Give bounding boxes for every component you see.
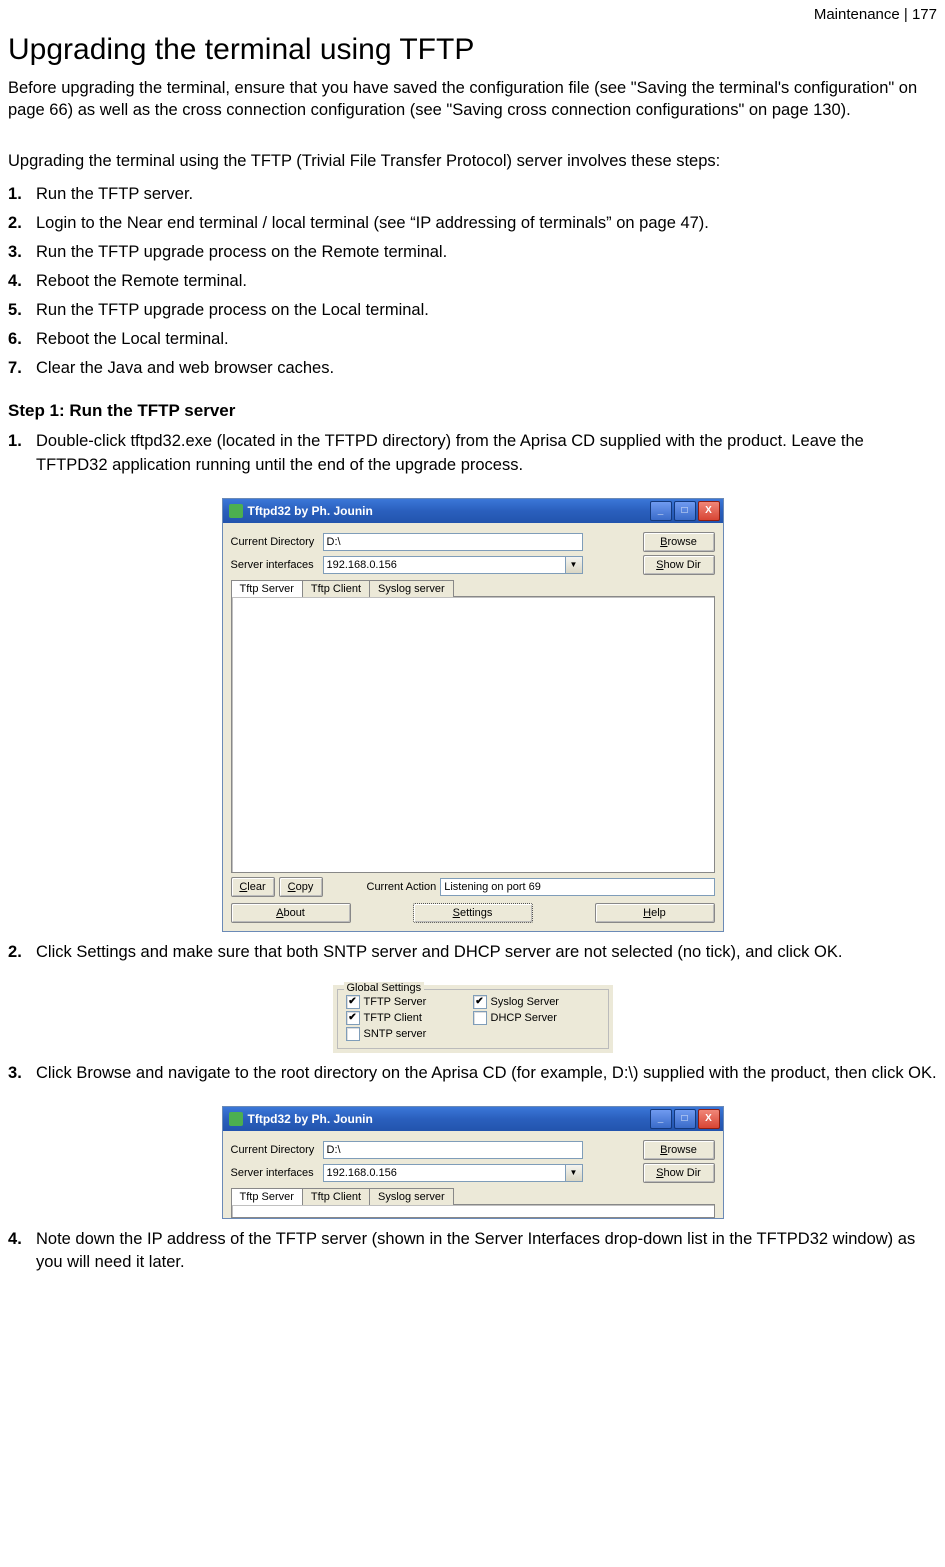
list-item: Click Browse and navigate to the root di… xyxy=(8,1059,937,1088)
current-directory-label: Current Directory xyxy=(231,1144,323,1156)
syslog-server-checkbox[interactable]: ✔ xyxy=(473,995,487,1009)
close-button[interactable]: X xyxy=(698,1109,720,1129)
list-item: Run the TFTP server. xyxy=(8,180,937,209)
show-dir-button[interactable]: Show Dir xyxy=(643,555,715,575)
step1-list-cont2: Click Browse and navigate to the root di… xyxy=(8,1059,937,1088)
list-item: Note down the IP address of the TFTP ser… xyxy=(8,1225,937,1277)
dropdown-button[interactable]: ▼ xyxy=(566,556,583,574)
list-item: Run the TFTP upgrade process on the Loca… xyxy=(8,296,937,325)
tab-tftp-client[interactable]: Tftp Client xyxy=(302,580,370,597)
maximize-button[interactable]: □ xyxy=(674,501,696,521)
tftpd-main-window: Tftpd32 by Ph. Jounin _ □ X Current Dire… xyxy=(222,498,724,932)
list-item: Reboot the Local terminal. xyxy=(8,325,937,354)
intro-paragraph: Before upgrading the terminal, ensure th… xyxy=(8,77,937,122)
server-interfaces-label: Server interfaces xyxy=(231,1167,323,1179)
app-icon xyxy=(229,1112,243,1126)
window-title: Tftpd32 by Ph. Jounin xyxy=(248,504,648,518)
step1-list-cont3: Note down the IP address of the TFTP ser… xyxy=(8,1225,937,1277)
list-item: Reboot the Remote terminal. xyxy=(8,267,937,296)
dropdown-button[interactable]: ▼ xyxy=(566,1164,583,1182)
minimize-button[interactable]: _ xyxy=(650,1109,672,1129)
window-title: Tftpd32 by Ph. Jounin xyxy=(248,1112,648,1126)
list-item: Run the TFTP upgrade process on the Remo… xyxy=(8,238,937,267)
list-item: Double-click tftpd32.exe (located in the… xyxy=(8,427,937,479)
overview-steps-list: Run the TFTP server. Login to the Near e… xyxy=(8,180,937,384)
tftp-server-checkbox[interactable]: ✔ xyxy=(346,995,360,1009)
tab-syslog-server[interactable]: Syslog server xyxy=(369,1188,454,1205)
global-settings-panel: Global Settings ✔ TFTP Server ✔ Syslog Ser… xyxy=(333,985,613,1053)
tftp-server-label: TFTP Server xyxy=(364,996,427,1008)
current-directory-input[interactable] xyxy=(323,533,583,551)
dhcp-server-label: DHCP Server xyxy=(491,1012,557,1024)
clear-button[interactable]: Clear xyxy=(231,877,275,897)
step1-list: Double-click tftpd32.exe (located in the… xyxy=(8,427,937,479)
list-item: Login to the Near end terminal / local t… xyxy=(8,209,937,238)
browse-button[interactable]: Browse xyxy=(643,532,715,552)
page-header: Maintenance | 177 xyxy=(8,0,937,33)
transfer-list-area xyxy=(231,596,715,873)
sntp-server-label: SNTP server xyxy=(364,1028,427,1040)
close-button[interactable]: X xyxy=(698,501,720,521)
tftp-client-checkbox[interactable]: ✔ xyxy=(346,1011,360,1025)
step1-heading: Step 1: Run the TFTP server xyxy=(8,401,937,421)
list-item: Click Settings and make sure that both S… xyxy=(8,938,937,967)
syslog-server-label: Syslog Server xyxy=(491,996,559,1008)
help-button[interactable]: Help xyxy=(595,903,715,923)
steps-intro: Upgrading the terminal using the TFTP (T… xyxy=(8,150,937,172)
server-interfaces-input[interactable] xyxy=(323,1164,566,1182)
current-directory-input[interactable] xyxy=(323,1141,583,1159)
tftpd-window-cropped: Tftpd32 by Ph. Jounin _ □ X Current Dire… xyxy=(222,1106,724,1219)
dhcp-server-checkbox[interactable] xyxy=(473,1011,487,1025)
tab-tftp-server[interactable]: Tftp Server xyxy=(231,1188,303,1205)
tftp-client-label: TFTP Client xyxy=(364,1012,422,1024)
app-icon xyxy=(229,504,243,518)
global-settings-groupbox: Global Settings ✔TFTP Server ✔Syslog Ser… xyxy=(337,989,609,1049)
current-directory-label: Current Directory xyxy=(231,536,323,548)
minimize-button[interactable]: _ xyxy=(650,501,672,521)
copy-button[interactable]: Copy xyxy=(279,877,323,897)
current-action-status xyxy=(440,878,714,896)
settings-button[interactable]: Settings xyxy=(413,903,533,923)
groupbox-legend: Global Settings xyxy=(344,982,425,994)
about-button[interactable]: About xyxy=(231,903,351,923)
show-dir-button[interactable]: Show Dir xyxy=(643,1163,715,1183)
maximize-button[interactable]: □ xyxy=(674,1109,696,1129)
server-interfaces-input[interactable] xyxy=(323,556,566,574)
tab-tftp-client[interactable]: Tftp Client xyxy=(302,1188,370,1205)
list-item: Clear the Java and web browser caches. xyxy=(8,354,937,383)
tab-syslog-server[interactable]: Syslog server xyxy=(369,580,454,597)
transfer-list-area xyxy=(231,1204,715,1218)
step1-list-cont1: Click Settings and make sure that both S… xyxy=(8,938,937,967)
browse-button[interactable]: Browse xyxy=(643,1140,715,1160)
sntp-server-checkbox[interactable] xyxy=(346,1027,360,1041)
titlebar[interactable]: Tftpd32 by Ph. Jounin _ □ X xyxy=(223,1107,723,1131)
current-action-label: Current Action xyxy=(367,881,437,893)
page-title: Upgrading the terminal using TFTP xyxy=(8,33,937,67)
tab-tftp-server[interactable]: Tftp Server xyxy=(231,580,303,597)
server-interfaces-label: Server interfaces xyxy=(231,559,323,571)
titlebar[interactable]: Tftpd32 by Ph. Jounin _ □ X xyxy=(223,499,723,523)
